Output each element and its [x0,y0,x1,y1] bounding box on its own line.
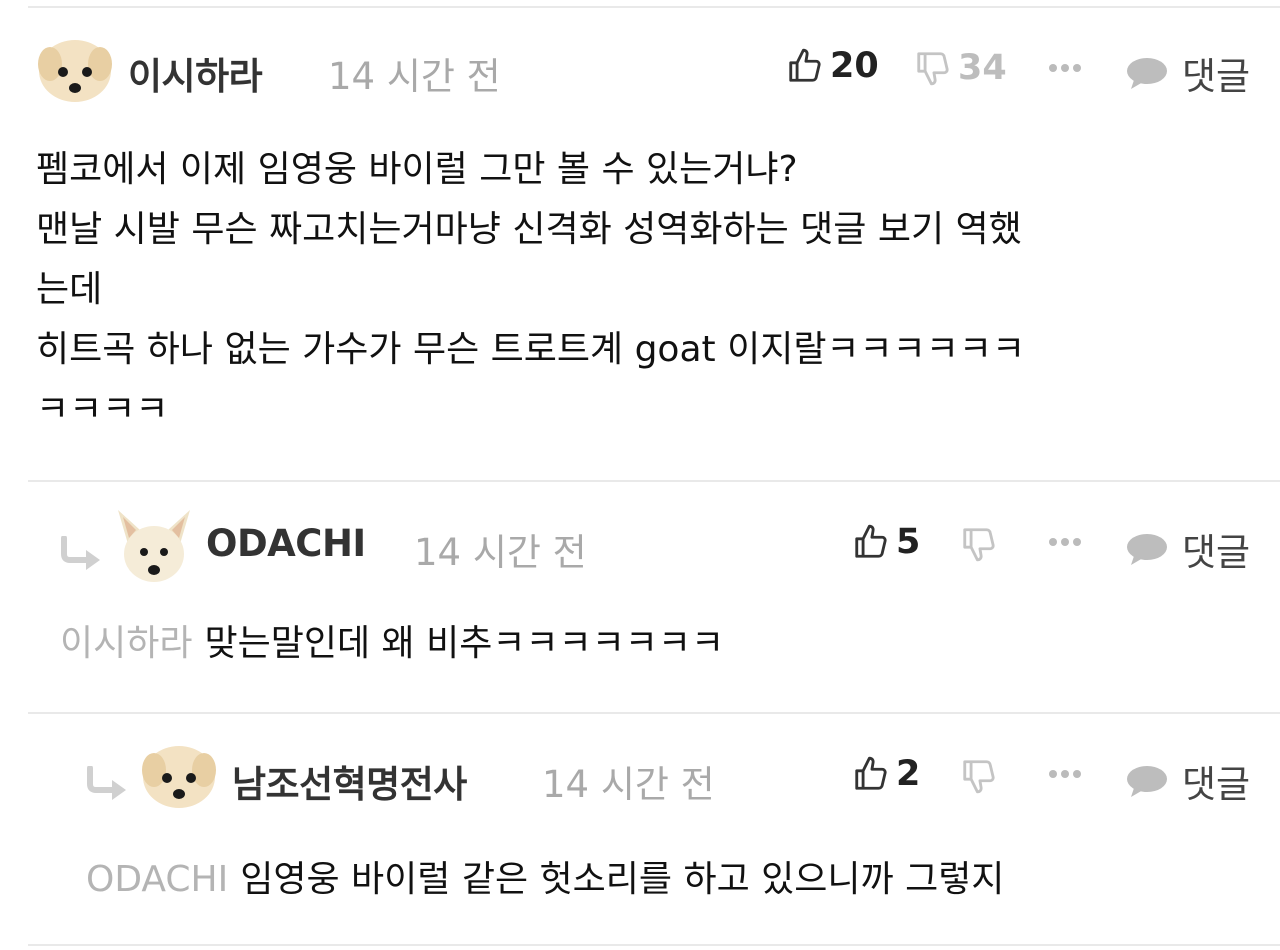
reply-comment: ODACHI 14 시간 전 5 댓글 이시하라 맞는말인데 왜 비추ㅋㅋㅋㅋㅋㅋ… [0,480,1280,712]
comment-text: 펨코에서 이제 임영웅 바이럴 그만 볼 수 있는거냐? 맨날 시발 무슨 짜고치… [36,140,1025,440]
avatar [118,510,190,582]
like-count: 20 [830,46,879,86]
speech-bubble-icon [1127,534,1167,565]
reply-arrow-icon [61,536,100,570]
username[interactable]: ODACHI [206,522,366,565]
comment-line: 맞는말인데 왜 비추ㅋㅋㅋㅋㅋㅋㅋ [204,623,725,664]
thumbs-up-icon [855,756,887,790]
reply-button[interactable]: 댓글 [1126,46,1250,100]
like-button[interactable]: 5 [852,522,920,562]
thumbs-down-icon [963,528,995,562]
username[interactable]: 남조선혁명전사 [232,754,467,808]
dislike-count: 34 [958,48,1007,88]
dislike-button[interactable] [960,756,998,796]
dislike-button[interactable]: 34 [914,48,1007,88]
comment-line: 맨날 시발 무슨 짜고치는거마냥 신격화 성역화하는 댓글 보기 역했 [36,209,1022,250]
speech-bubble-icon [1127,58,1167,89]
like-button[interactable]: 20 [786,46,879,86]
thumbs-up-icon [789,48,821,82]
reply-label: 댓글 [1182,55,1251,98]
comment-line: 임영웅 바이럴 같은 헛소리를 하고 있으니까 그렇지 [240,859,1005,900]
comment-divider [28,944,1280,946]
more-options-icon[interactable] [1048,62,1082,74]
reply-label: 댓글 [1182,763,1251,806]
like-count: 5 [896,522,921,562]
comment-line: 히트곡 하나 없는 가수가 무슨 트로트계 goat 이지랄ㅋㅋㅋㅋㅋㅋ [36,329,1026,370]
comment-text: 이시하라 맞는말인데 왜 비추ㅋㅋㅋㅋㅋㅋㅋ [60,614,724,674]
more-options-icon[interactable] [1048,768,1082,780]
reply-button[interactable]: 댓글 [1126,522,1250,576]
username[interactable]: 이시하라 [128,46,263,100]
comment: 이시하라 14 시간 전 20 34 댓글 펨코에서 이제 임영웅 바이럴 그만… [0,0,1280,480]
dislike-button[interactable] [960,524,998,564]
reply-label: 댓글 [1182,531,1251,574]
mention-username[interactable]: 이시하라 [60,623,192,664]
more-options-icon[interactable] [1048,536,1082,548]
comment-line: ㅋㅋㅋㅋ [36,389,169,430]
comment-line: 는데 [36,269,103,310]
comment-text: ODACHI 임영웅 바이럴 같은 헛소리를 하고 있으니까 그렇지 [86,850,1004,910]
timestamp: 14 시간 전 [414,531,587,574]
timestamp: 14 시간 전 [328,55,501,98]
mention-username[interactable]: ODACHI [86,859,228,900]
thumbs-down-icon [963,760,995,794]
comment-line: 펨코에서 이제 임영웅 바이럴 그만 볼 수 있는거냐? [36,149,798,190]
thumbs-up-icon [855,524,887,558]
like-count: 2 [896,754,921,794]
reply-arrow-icon [87,766,126,800]
reply-button[interactable]: 댓글 [1126,754,1250,808]
avatar [142,746,216,808]
timestamp: 14 시간 전 [542,763,715,806]
like-button[interactable]: 2 [852,754,920,794]
reply-comment: 남조선혁명전사 14 시간 전 2 댓글 ODACHI 임영웅 바이럴 같은 헛소… [0,712,1280,950]
thumbs-down-icon [917,52,949,86]
speech-bubble-icon [1127,766,1167,797]
avatar [38,40,112,102]
